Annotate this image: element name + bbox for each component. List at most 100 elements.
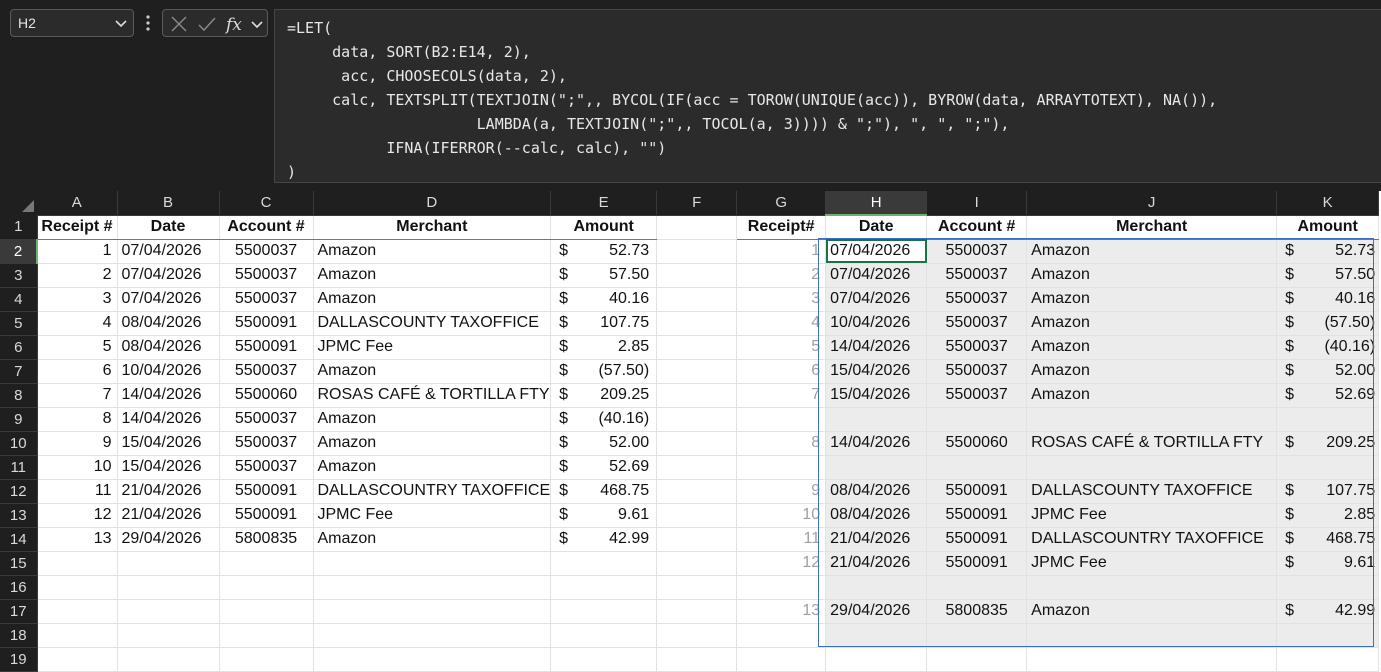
source-date-cell[interactable]: 21/04/2026 <box>117 479 220 504</box>
cell-f5[interactable] <box>656 311 738 336</box>
column-header-c[interactable]: C <box>219 191 314 216</box>
source-account-cell[interactable]: 5500091 <box>219 479 314 504</box>
source-account-cell[interactable]: 5500060 <box>219 383 314 408</box>
cell-d19[interactable] <box>313 647 552 672</box>
source-receipt-cell[interactable]: 13 <box>37 527 118 552</box>
result-merchant-cell[interactable]: Amazon <box>1026 383 1278 408</box>
cell-f6[interactable] <box>656 335 738 360</box>
source-amount-cell[interactable]: $209.25 <box>550 383 658 408</box>
result-amount-cell[interactable]: $52.69 <box>1276 383 1380 408</box>
source-account-cell[interactable]: 5500037 <box>219 455 314 480</box>
spill-blank-cell[interactable] <box>1276 407 1380 432</box>
source-merchant-cell[interactable]: Amazon <box>313 239 552 264</box>
spill-blank-cell[interactable] <box>926 455 1028 480</box>
spill-blank-cell[interactable] <box>926 407 1028 432</box>
column-header-k[interactable]: K <box>1276 191 1380 216</box>
cell-a17[interactable] <box>37 599 118 624</box>
source-header-receipt[interactable]: Receipt # <box>37 215 118 240</box>
result-merchant-cell[interactable]: Amazon <box>1026 239 1278 264</box>
spill-blank-cell[interactable] <box>825 455 928 480</box>
cell-f9[interactable] <box>656 407 738 432</box>
column-header-d[interactable]: D <box>313 191 552 216</box>
result-date-cell[interactable]: 08/04/2026 <box>825 479 928 504</box>
source-receipt-cell[interactable]: 12 <box>37 503 118 528</box>
cell-e18[interactable] <box>550 623 658 648</box>
result-header-account[interactable]: Account # <box>926 215 1028 240</box>
row-header-9[interactable]: 9 <box>0 407 38 432</box>
cell-h19[interactable] <box>825 647 928 672</box>
result-amount-cell[interactable]: $2.85 <box>1276 503 1380 528</box>
row-header-16[interactable]: 16 <box>0 575 38 600</box>
spill-blank-cell[interactable] <box>825 407 928 432</box>
cell-g9[interactable] <box>736 407 827 432</box>
source-account-cell[interactable]: 5800835 <box>219 527 314 552</box>
source-date-cell[interactable]: 07/04/2026 <box>117 287 220 312</box>
row-header-11[interactable]: 11 <box>0 455 38 480</box>
result-date-cell[interactable]: 10/04/2026 <box>825 311 928 336</box>
result-receipt-cell[interactable]: 5 <box>736 335 827 360</box>
row-header-5[interactable]: 5 <box>0 311 38 336</box>
result-merchant-cell[interactable]: Amazon <box>1026 287 1278 312</box>
source-receipt-cell[interactable]: 4 <box>37 311 118 336</box>
source-account-cell[interactable]: 5500037 <box>219 263 314 288</box>
source-header-account[interactable]: Account # <box>219 215 314 240</box>
cell-g18[interactable] <box>736 623 827 648</box>
result-merchant-cell[interactable]: DALLASCOUNTRY TAXOFFICE <box>1026 527 1278 552</box>
cell-f11[interactable] <box>656 455 738 480</box>
source-date-cell[interactable]: 14/04/2026 <box>117 383 220 408</box>
result-account-cell[interactable]: 5500037 <box>926 383 1028 408</box>
cell-c17[interactable] <box>219 599 314 624</box>
cell-a15[interactable] <box>37 551 118 576</box>
row-header-13[interactable]: 13 <box>0 503 38 528</box>
select-all-corner[interactable] <box>0 191 37 215</box>
result-receipt-cell[interactable]: 9 <box>736 479 827 504</box>
cell-e16[interactable] <box>550 575 658 600</box>
result-amount-cell[interactable]: $468.75 <box>1276 527 1380 552</box>
result-header-amount[interactable]: Amount <box>1276 215 1380 240</box>
row-header-6[interactable]: 6 <box>0 335 38 360</box>
source-amount-cell[interactable]: $52.69 <box>550 455 658 480</box>
result-receipt-cell[interactable]: 10 <box>736 503 827 528</box>
source-receipt-cell[interactable]: 3 <box>37 287 118 312</box>
spill-blank-cell[interactable] <box>1276 575 1380 600</box>
source-header-merchant[interactable]: Merchant <box>313 215 552 240</box>
cell-f15[interactable] <box>656 551 738 576</box>
source-receipt-cell[interactable]: 6 <box>37 359 118 384</box>
result-account-cell[interactable]: 5500091 <box>926 551 1028 576</box>
result-receipt-cell[interactable]: 8 <box>736 431 827 456</box>
cell-f18[interactable] <box>656 623 738 648</box>
result-merchant-cell[interactable]: Amazon <box>1026 263 1278 288</box>
chevron-down-icon[interactable] <box>249 14 265 34</box>
source-merchant-cell[interactable]: Amazon <box>313 431 552 456</box>
source-receipt-cell[interactable]: 7 <box>37 383 118 408</box>
source-merchant-cell[interactable]: JPMC Fee <box>313 503 552 528</box>
column-header-a[interactable]: A <box>37 191 118 216</box>
cell-b18[interactable] <box>117 623 220 648</box>
source-receipt-cell[interactable]: 11 <box>37 479 118 504</box>
row-header-1[interactable]: 1 <box>0 215 38 240</box>
source-amount-cell[interactable]: $2.85 <box>550 335 658 360</box>
result-account-cell[interactable]: 5500037 <box>926 239 1028 264</box>
cell-c15[interactable] <box>219 551 314 576</box>
spill-blank-cell[interactable] <box>1026 575 1278 600</box>
result-date-cell[interactable]: 29/04/2026 <box>825 599 928 624</box>
formula-input[interactable]: =LET( data, SORT(B2:E14, 2), acc, CHOOSE… <box>274 9 1381 183</box>
result-receipt-cell[interactable]: 13 <box>736 599 827 624</box>
cell-d18[interactable] <box>313 623 552 648</box>
result-date-cell[interactable]: 21/04/2026 <box>825 551 928 576</box>
source-merchant-cell[interactable]: JPMC Fee <box>313 335 552 360</box>
result-merchant-cell[interactable]: Amazon <box>1026 599 1278 624</box>
result-header-date[interactable]: Date <box>825 215 928 240</box>
column-header-h[interactable]: H <box>825 191 928 216</box>
more-options-icon[interactable] <box>144 14 152 32</box>
cell-b15[interactable] <box>117 551 220 576</box>
source-date-cell[interactable]: 15/04/2026 <box>117 431 220 456</box>
spill-blank-cell[interactable] <box>1276 455 1380 480</box>
source-receipt-cell[interactable]: 10 <box>37 455 118 480</box>
spill-blank-cell[interactable] <box>1026 455 1278 480</box>
source-header-date[interactable]: Date <box>117 215 220 240</box>
cell-g11[interactable] <box>736 455 827 480</box>
source-account-cell[interactable]: 5500037 <box>219 287 314 312</box>
source-account-cell[interactable]: 5500091 <box>219 311 314 336</box>
cell-f4[interactable] <box>656 287 738 312</box>
